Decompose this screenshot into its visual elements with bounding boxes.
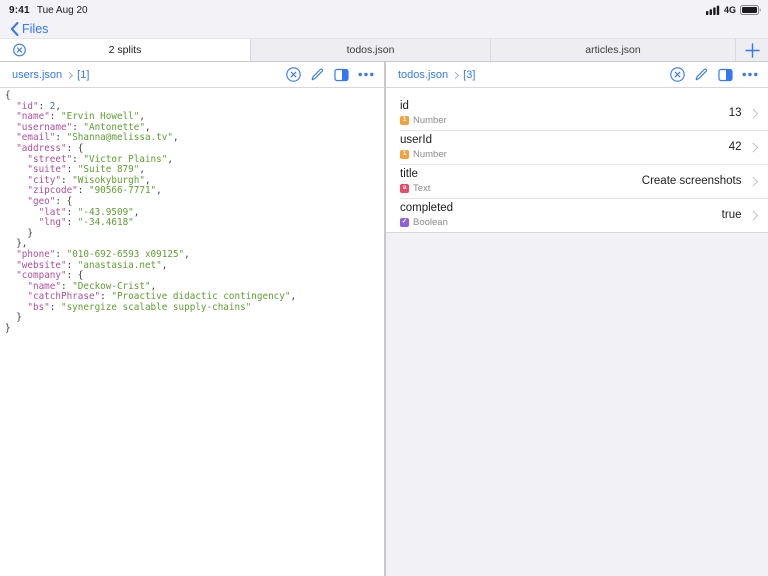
breadcrumb-path[interactable]: [3] [463,69,475,81]
code-line: } [5,324,384,335]
code-line: { [5,91,384,102]
battery-icon [740,5,762,15]
code-line: "lng": "-34.4618" [5,218,384,229]
breadcrumb: todos.json [3] [398,69,475,81]
tab-label: articles.json [585,44,640,56]
edit-pencil-icon[interactable] [694,67,709,82]
chevron-right-icon [748,142,757,151]
left-pane: users.json [1] [0,62,384,576]
edit-pencil-icon[interactable] [310,67,325,82]
split-view-icon[interactable] [334,68,349,82]
field-row-completed[interactable]: completed ✓ Boolean true [386,198,768,232]
empty-area [386,233,768,576]
tab-label: todos.json [347,44,395,56]
chevron-right-icon [452,71,459,78]
close-document-icon[interactable] [286,67,301,82]
chevron-right-icon [748,210,757,219]
add-tab-button[interactable] [735,39,768,61]
tab-2-splits[interactable]: 2 splits [0,39,250,61]
field-value: true [722,209,742,221]
field-row-id[interactable]: id 1 Number 13 [386,96,768,130]
field-key: completed [400,202,453,214]
nav-bar: Files [0,20,768,38]
split-view-icon[interactable] [718,68,733,82]
code-line: "bs": "synergize scalable supply-chains" [5,303,384,314]
code-line: } [5,229,384,240]
breadcrumb-path[interactable]: [1] [77,69,89,81]
code-line: } [5,313,384,324]
more-ellipsis-icon[interactable] [358,72,374,77]
cellular-signal-icon [706,5,720,15]
right-pane-toolbar: todos.json [3] [386,62,768,88]
field-value: 42 [729,141,742,153]
screen: 9:41 Tue Aug 20 4G [0,0,768,576]
tab-label: 2 splits [109,44,142,56]
field-rows: id 1 Number 13 userId 1 Number 42 title a Text Crea… [386,88,768,233]
breadcrumb: users.json [1] [12,69,89,81]
type-text-icon: a [400,184,409,193]
type-boolean-icon: ✓ [400,218,409,227]
field-row-userId[interactable]: userId 1 Number 42 [386,130,768,164]
right-pane: todos.json [3] [384,62,768,576]
close-document-icon[interactable] [670,67,685,82]
chevron-right-icon [748,108,757,117]
status-date: Tue Aug 20 [37,5,88,16]
json-source-view[interactable]: { "id": 2, "name": "Ervin Howell", "user… [0,88,384,576]
field-type-label: Text [413,183,430,194]
more-ellipsis-icon[interactable] [742,72,758,77]
breadcrumb-file[interactable]: todos.json [398,69,448,81]
status-time: 9:41 [9,5,30,16]
field-value: 13 [729,107,742,119]
type-number-icon: 1 [400,150,409,159]
plus-icon [745,43,760,58]
type-number-icon: 1 [400,116,409,125]
chevron-right-icon [66,71,73,78]
left-pane-toolbar: users.json [1] [0,62,384,88]
tab-close-icon[interactable] [13,44,26,57]
field-key: id [400,100,447,112]
chevron-right-icon [748,176,757,185]
split-panes: users.json [1] [0,62,768,576]
field-row-title[interactable]: title a Text Create screenshots [386,164,768,198]
status-bar: 9:41 Tue Aug 20 4G [0,0,768,20]
field-key: title [400,168,430,180]
tab-articles-json[interactable]: articles.json [490,39,735,61]
field-value: Create screenshots [642,175,742,187]
back-chevron-icon [10,22,19,36]
tab-todos-json[interactable]: todos.json [250,39,490,61]
breadcrumb-file[interactable]: users.json [12,69,62,81]
back-label: Files [22,22,48,36]
field-key: userId [400,134,447,146]
field-type-label: Number [413,115,447,126]
field-type-label: Number [413,149,447,160]
network-type-label: 4G [724,5,736,15]
field-type-label: Boolean [413,217,448,228]
back-button[interactable]: Files [10,22,48,36]
tab-bar: 2 splits todos.json articles.json [0,38,768,62]
